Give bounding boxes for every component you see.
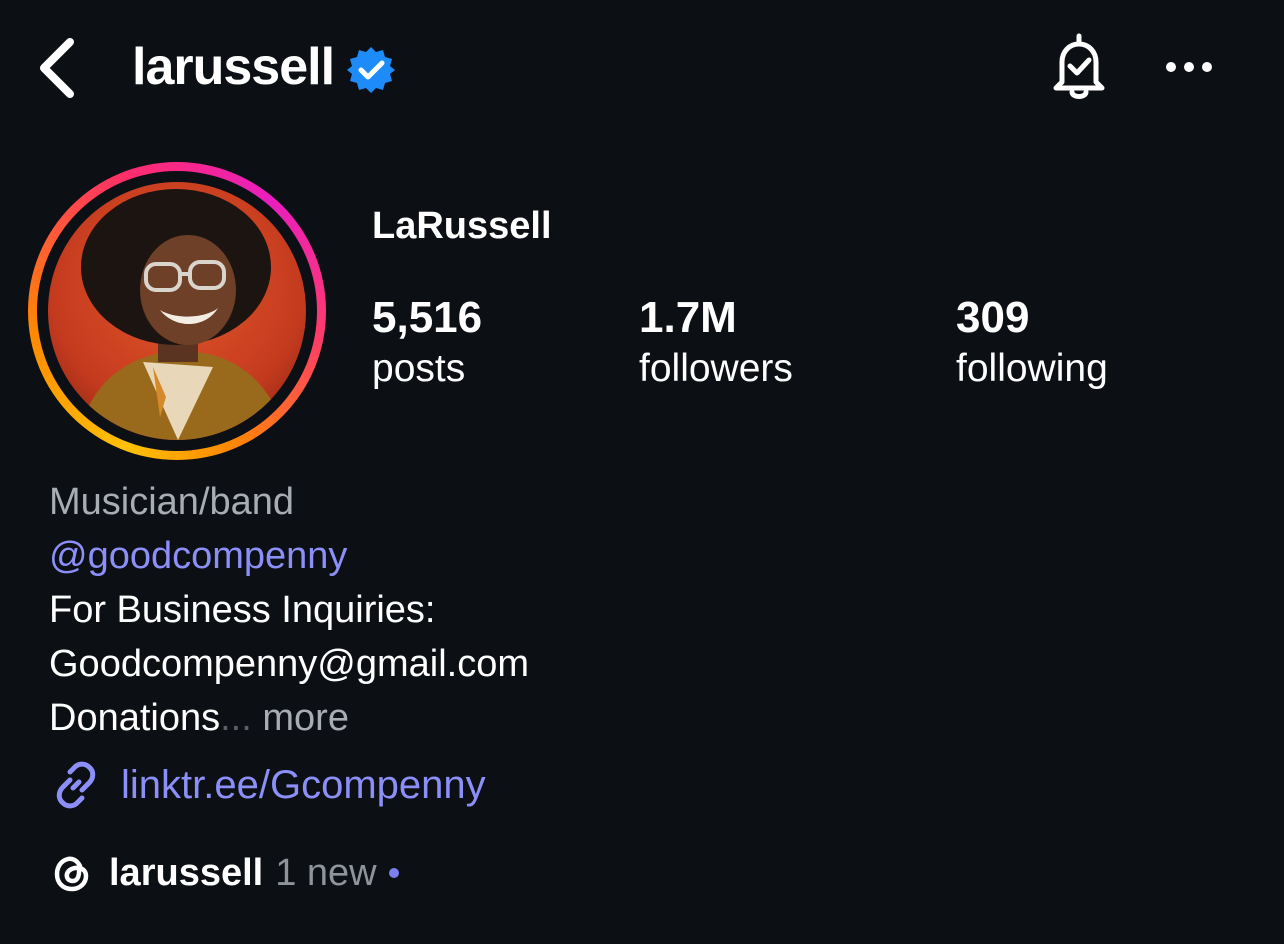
threads-icon [54,856,89,892]
bio-mention-link[interactable]: @goodcompenny [49,535,347,577]
more-horizontal-icon [1166,62,1212,72]
threads-new-count: 1 new [275,851,377,894]
threads-username: larussell [109,851,264,894]
threads-badge[interactable]: larussell 1 new [49,850,399,896]
followers-value: 1.7M [639,293,737,342]
following-value: 309 [956,293,1030,342]
header-username: larussell [132,32,396,102]
bio-line-email: Goodcompenny@gmail.com [49,643,530,685]
username-title: larussell [132,38,335,96]
notifications-button[interactable] [1044,30,1114,104]
bio-line-business: For Business Inquiries: [49,589,436,631]
bio-ellipsis: ... [220,697,252,739]
following-label: following [956,347,1108,390]
verified-badge-icon [347,47,396,93]
bell-check-icon [1053,33,1105,99]
posts-value: 5,516 [372,293,483,342]
posts-count[interactable]: 5,516 posts [372,292,482,394]
following-count[interactable]: 309 following [956,292,1108,394]
posts-label: posts [372,347,466,390]
top-nav-bar: larussell [0,0,1284,140]
display-name: LaRussell [372,205,552,247]
followers-count[interactable]: 1.7M followers [639,292,793,394]
followers-label: followers [639,347,793,390]
profile-category: Musician/band [49,481,295,523]
profile-link-text: linktr.ee/Gcompenny [121,762,486,807]
back-button[interactable] [30,30,90,102]
chevron-left-icon [40,38,74,98]
bio-more-button[interactable]: more [262,697,349,739]
new-indicator-dot [388,868,399,878]
profile-bio: Musician/band @goodcompenny For Business… [49,475,529,745]
profile-avatar[interactable] [28,162,326,460]
more-options-button[interactable] [1158,50,1220,84]
profile-link[interactable]: linktr.ee/Gcompenny [49,758,486,812]
avatar-photo [48,182,306,440]
bio-line-donations: Donations [49,697,221,739]
link-icon [56,761,96,809]
